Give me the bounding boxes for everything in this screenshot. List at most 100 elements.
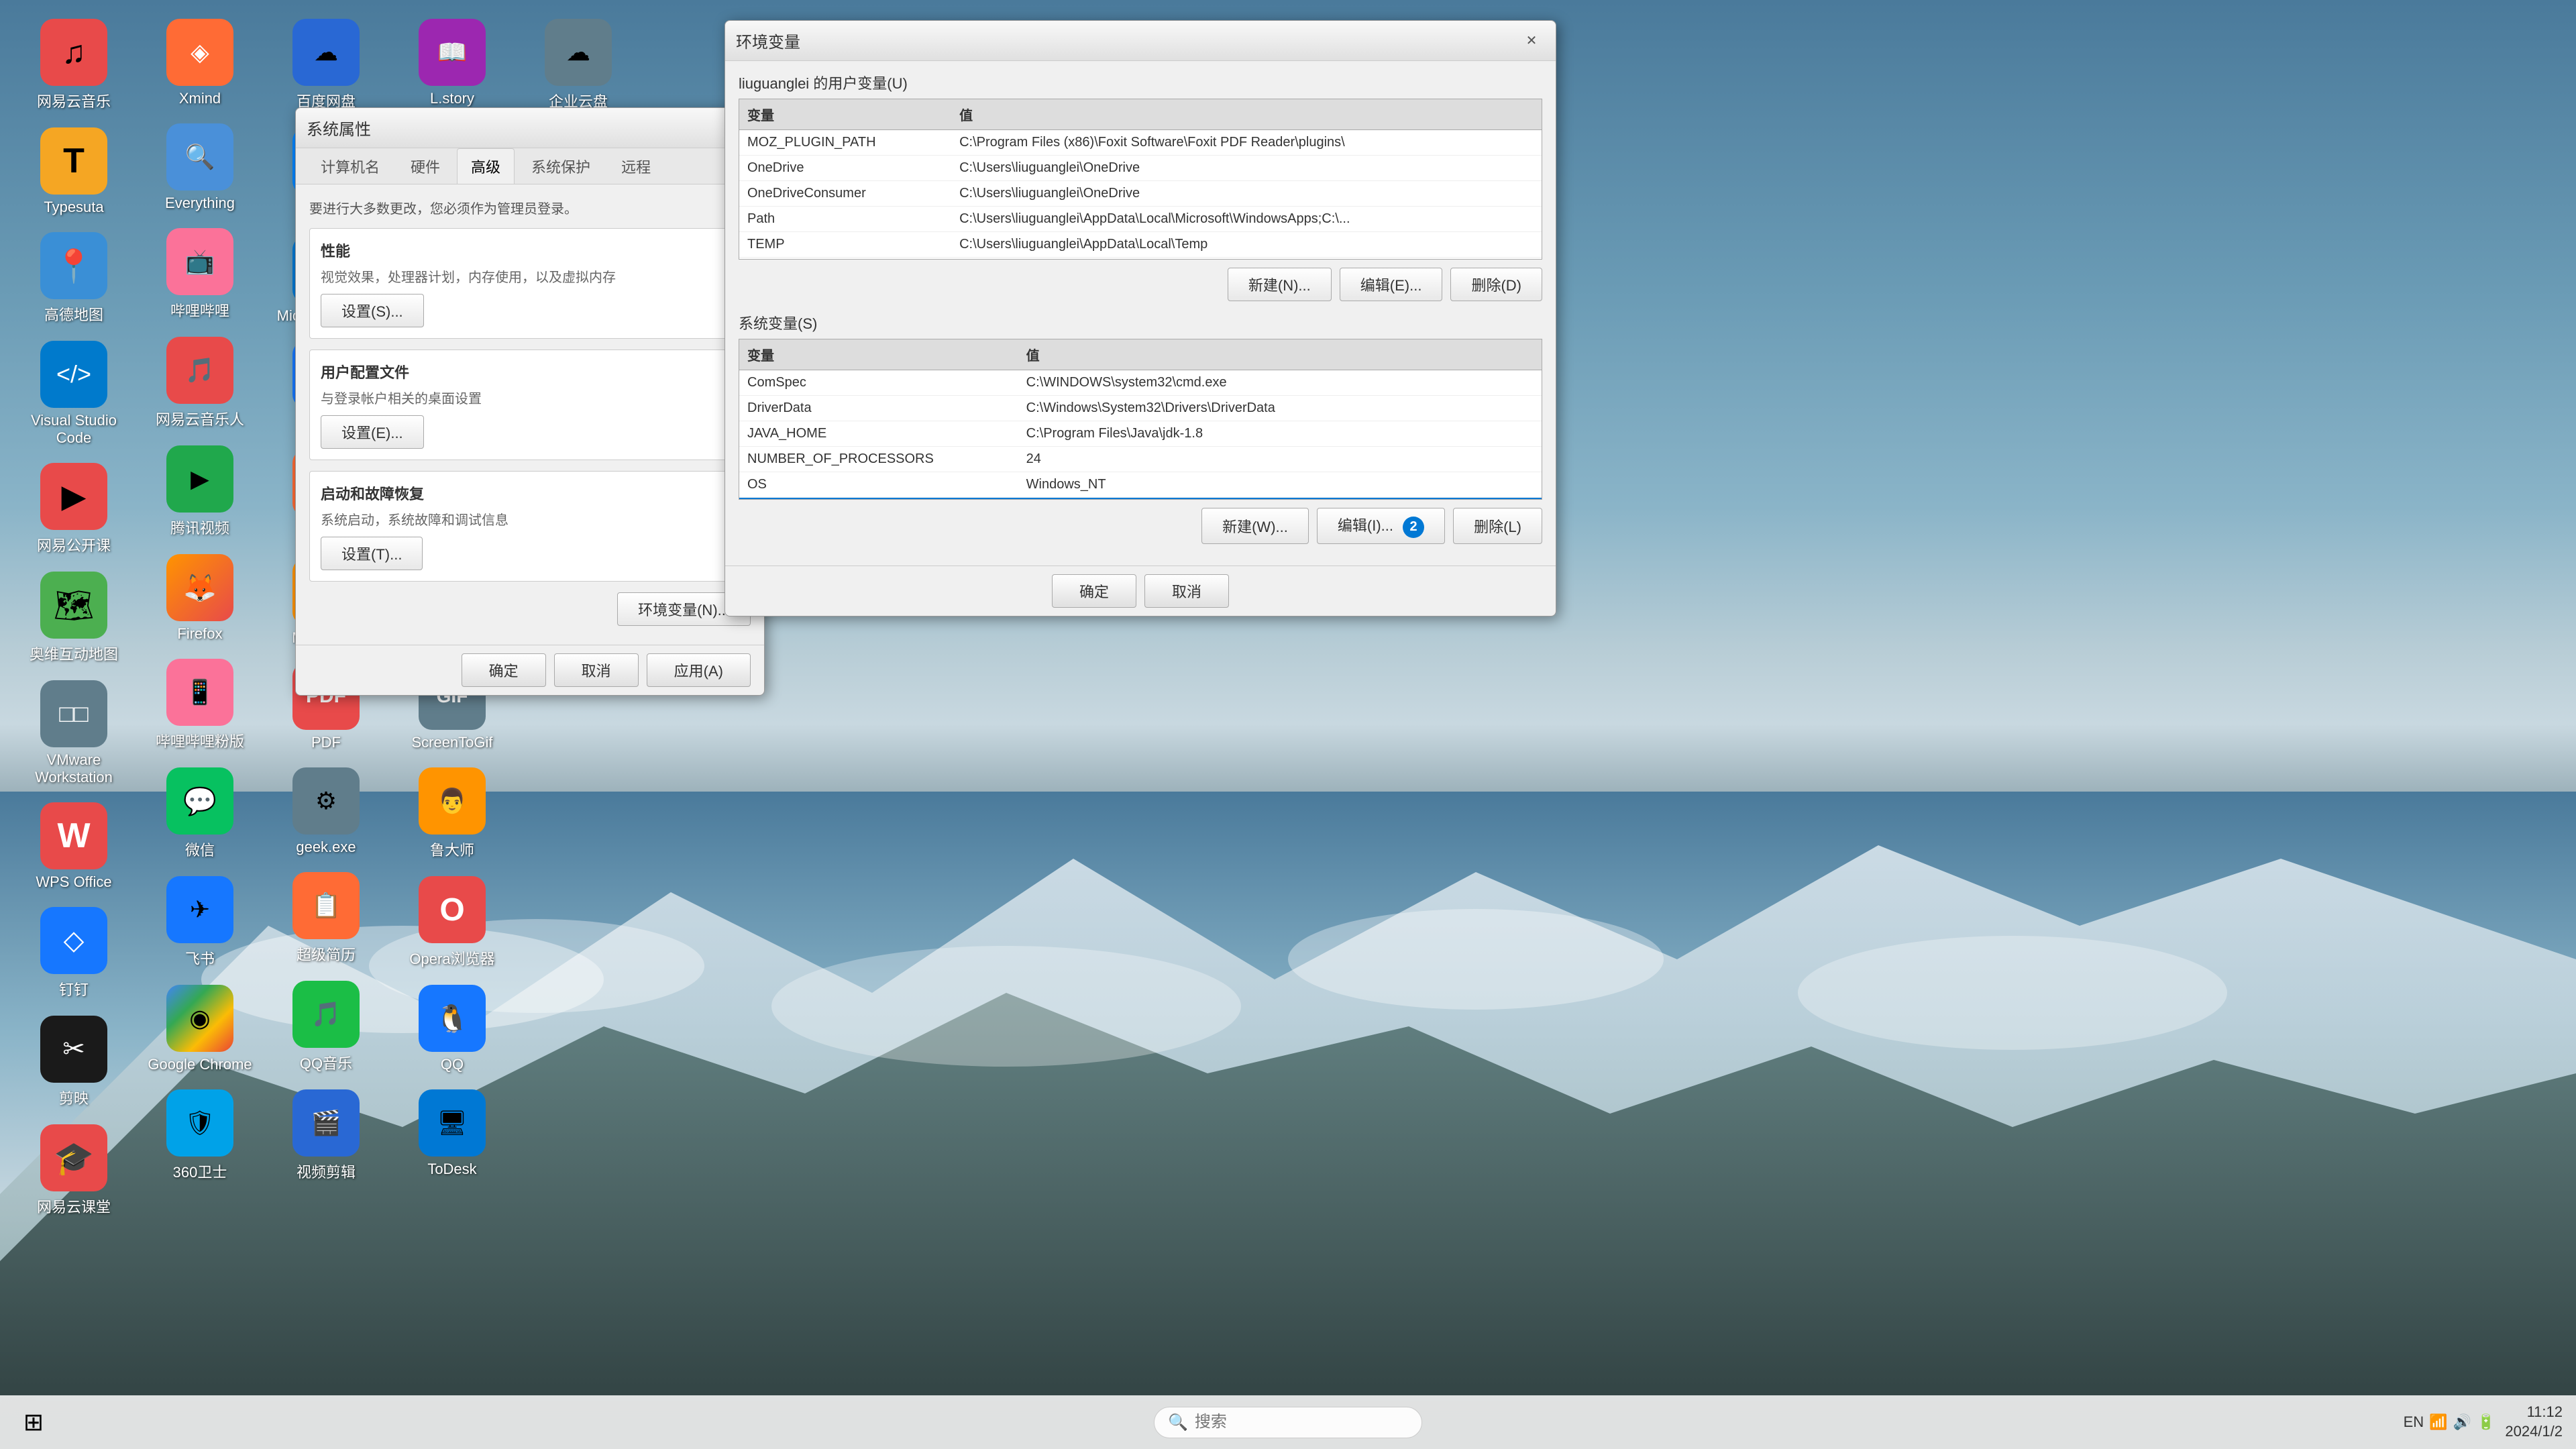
icon-vmware[interactable]: □□ VMware Workstation [13, 675, 134, 792]
userprofile-settings-button[interactable]: 设置(E)... [321, 415, 424, 449]
icon-qq-music[interactable]: 🎵 QQ音乐 [266, 975, 386, 1079]
user-delete-button[interactable]: 删除(D) [1450, 268, 1542, 301]
icon-cloud-music-label: 网易云音乐 [37, 90, 111, 111]
user-vars-table: 变量 值 MOZ_PLUGIN_PATHC:\Program Files (x8… [739, 99, 1542, 260]
sysprop-ok-button[interactable]: 确定 [462, 653, 546, 687]
icon-jianying[interactable]: ✂ 剪映 [13, 1010, 134, 1114]
icon-ludashi[interactable]: 👨 鲁大师 [392, 762, 513, 865]
icon-superjianli[interactable]: 📋 超级简历 [266, 867, 386, 970]
sys-var-value: C:\Program Files\Java\jdk-1.8 [1018, 421, 1542, 447]
sys-var-row[interactable]: NUMBER_OF_PROCESSORS24 [739, 447, 1542, 472]
icon-bilibili-pink[interactable]: 📱 哔哩哔哩粉版 [140, 653, 260, 757]
user-var-row[interactable]: TEMPC:\Users\liuguanglei\AppData\Local\T… [739, 232, 1542, 258]
icon-vscode-label: Visual Studio Code [20, 412, 127, 447]
icon-wangyi-open[interactable]: ▶ 网易公开课 [13, 458, 134, 561]
icon-lstory-label: L.story [430, 90, 474, 107]
user-vars-table-container[interactable]: 变量 值 MOZ_PLUGIN_PATHC:\Program Files (x8… [739, 99, 1542, 260]
icon-qq-music-label: QQ音乐 [300, 1052, 352, 1073]
sys-var-row[interactable]: JAVA_HOMEC:\Program Files\Java\jdk-1.8 [739, 421, 1542, 447]
icon-wps[interactable]: W WPS Office [13, 797, 134, 896]
user-edit-button[interactable]: 编辑(E)... [1340, 268, 1443, 301]
taskbar-right: EN 📶 🔊 🔋 11:12 2024/1/2 [2404, 1403, 2563, 1441]
sys-var-row[interactable]: ComSpecC:\WINDOWS\system32\cmd.exe [739, 370, 1542, 396]
icon-cloud-music[interactable]: ♫ 网易云音乐 [13, 13, 134, 117]
sys-vars-col-value: 值 [1018, 339, 1542, 370]
icon-360[interactable]: 🛡 360卫士 [140, 1084, 260, 1187]
icon-video-edit[interactable]: 🎬 视频剪辑 [266, 1084, 386, 1187]
icon-qq[interactable]: 🐧 QQ [392, 979, 513, 1079]
sys-vars-label: 系统变量(S) [739, 312, 1542, 333]
user-vars-buttons: 新建(N)... 编辑(E)... 删除(D) [739, 268, 1542, 301]
icon-typora[interactable]: T Typesuta [13, 122, 134, 221]
startup-settings-button[interactable]: 设置(T)... [321, 537, 423, 570]
user-var-name: MOZ_PLUGIN_PATH [739, 130, 951, 156]
icon-video-edit-label: 视频剪辑 [297, 1161, 356, 1182]
tab-hardware[interactable]: 硬件 [396, 148, 454, 184]
user-vars-col-name: 变量 [739, 99, 951, 130]
icon-firefox[interactable]: 🦊 Firefox [140, 549, 260, 648]
envvar-close-button[interactable]: ✕ [1518, 31, 1545, 51]
user-var-name: OneDriveConsumer [739, 181, 951, 207]
user-var-row[interactable]: PathC:\Users\liuguanglei\AppData\Local\M… [739, 207, 1542, 232]
icon-baidu-pan[interactable]: ☁ 百度网盘 [266, 13, 386, 117]
admin-note: 要进行大多数更改，您必须作为管理员登录。 [309, 198, 751, 217]
icon-chrome[interactable]: ◉ Google Chrome [140, 979, 260, 1079]
sysprop-cancel-button[interactable]: 取消 [554, 653, 639, 687]
icon-opera[interactable]: O Opera浏览器 [392, 871, 513, 974]
sys-var-name: DriverData [739, 396, 1018, 421]
icon-wangyi-music-player[interactable]: 🎵 网易云音乐人 [140, 331, 260, 435]
user-var-value: C:\Users\liuguanglei\AppData\Local\Temp [951, 258, 1542, 260]
icon-dingtalk[interactable]: ◇ 钉钉 [13, 902, 134, 1005]
sys-vars-col-name: 变量 [739, 339, 1018, 370]
tab-computer-name[interactable]: 计算机名 [307, 148, 394, 184]
icon-tencent-video[interactable]: ▶ 腾讯视频 [140, 440, 260, 543]
icon-xmind[interactable]: ◈ Xmind [140, 13, 260, 113]
sys-var-row[interactable]: Path 1C:\Program Files\Java\jdk-1.8\bin;… [739, 498, 1542, 500]
tab-system-protection[interactable]: 系统保护 [517, 148, 604, 184]
icon-qiyeyunpan[interactable]: ☁ 企业云盘 [518, 13, 639, 117]
search-bar[interactable]: 🔍 [1154, 1407, 1422, 1438]
keyboard-icon: EN [2404, 1413, 2424, 1431]
sys-delete-button[interactable]: 删除(L) [1453, 508, 1542, 544]
icon-tencent-video-label: 腾讯视频 [170, 517, 229, 538]
icon-lstory[interactable]: 📖 L.story [392, 13, 513, 113]
icon-chrome-label: Google Chrome [148, 1056, 252, 1073]
tab-advanced[interactable]: 高级 [457, 148, 515, 184]
volume-icon: 🔊 [2453, 1413, 2471, 1431]
icon-firefox-label: Firefox [177, 625, 222, 643]
icon-wangyi-music-player-label: 网易云音乐人 [156, 408, 244, 429]
performance-settings-button[interactable]: 设置(S)... [321, 294, 424, 327]
sysprop-footer: 确定 取消 应用(A) [296, 645, 764, 695]
sys-vars-table-container[interactable]: 变量 值 ComSpecC:\WINDOWS\system32\cmd.exeD… [739, 339, 1542, 500]
user-new-button[interactable]: 新建(N)... [1228, 268, 1332, 301]
sysprop-apply-button[interactable]: 应用(A) [647, 653, 751, 687]
icon-vscode[interactable]: </> Visual Studio Code [13, 335, 134, 452]
user-var-name: TEMP [739, 232, 951, 258]
search-input[interactable] [1195, 1413, 1408, 1432]
icon-feishu[interactable]: ✈ 飞书 [140, 871, 260, 974]
sys-new-button[interactable]: 新建(W)... [1201, 508, 1309, 544]
user-var-row[interactable]: OneDriveC:\Users\liuguanglei\OneDrive [739, 156, 1542, 181]
user-vars-tbody: MOZ_PLUGIN_PATHC:\Program Files (x86)\Fo… [739, 130, 1542, 260]
icon-todesk[interactable]: 🖥 ToDesk [392, 1084, 513, 1183]
sys-edit-button[interactable]: 编辑(I)... 2 [1317, 508, 1445, 544]
taskbar-center: 🔍 [1154, 1407, 1422, 1438]
icon-everything[interactable]: 🔍 Everything [140, 118, 260, 217]
envvar-ok-button[interactable]: 确定 [1052, 574, 1136, 608]
sys-var-row[interactable]: DriverDataC:\Windows\System32\Drivers\Dr… [739, 396, 1542, 421]
icon-wangyi-cloud-label: 网易云课堂 [37, 1195, 111, 1217]
user-var-row[interactable]: TMPC:\Users\liuguanglei\AppData\Local\Te… [739, 258, 1542, 260]
sys-tray-icons: EN 📶 🔊 🔋 [2404, 1413, 2496, 1431]
user-var-row[interactable]: MOZ_PLUGIN_PATHC:\Program Files (x86)\Fo… [739, 130, 1542, 156]
icon-geek[interactable]: ⚙ geek.exe [266, 762, 386, 861]
icon-bilibili[interactable]: 📺 哔哩哔哩 [140, 223, 260, 326]
sys-var-row[interactable]: OSWindows_NT [739, 472, 1542, 498]
icon-aovie[interactable]: 🗺 奥维互动地图 [13, 566, 134, 669]
start-button[interactable]: ⊞ [13, 1402, 54, 1442]
icon-wangyi-cloud[interactable]: 🎓 网易云课堂 [13, 1119, 134, 1222]
icon-amap[interactable]: 📍 高德地图 [13, 227, 134, 330]
icon-wechat[interactable]: 💬 微信 [140, 762, 260, 865]
user-var-row[interactable]: OneDriveConsumerC:\Users\liuguanglei\One… [739, 181, 1542, 207]
envvar-cancel-button[interactable]: 取消 [1144, 574, 1229, 608]
tab-remote[interactable]: 远程 [607, 148, 665, 184]
